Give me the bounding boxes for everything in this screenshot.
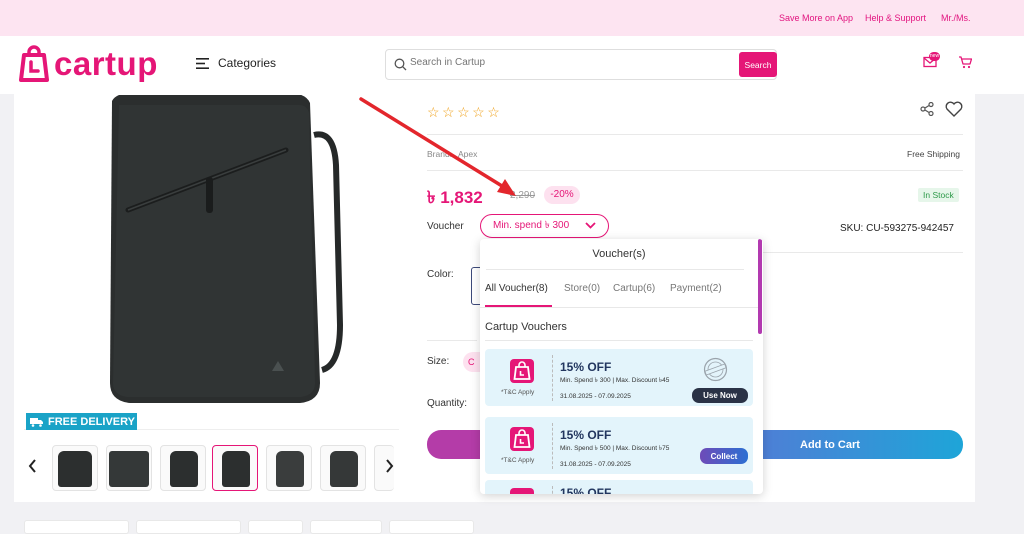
share-icon[interactable]	[920, 102, 934, 116]
bottom-tab[interactable]	[24, 520, 129, 534]
rating-stars[interactable]: ☆☆☆☆☆	[427, 104, 502, 121]
voucher-group-title: Cartup Vouchers	[485, 321, 567, 333]
truck-icon	[30, 417, 43, 427]
sku-text: SKU: CU-593275-942457	[840, 223, 954, 234]
thumbnail-6[interactable]	[320, 445, 366, 491]
header: cartup Categories Search new	[0, 36, 1024, 94]
cartup-bag-icon	[19, 45, 49, 82]
mail-badge: new	[929, 52, 940, 61]
divider	[760, 252, 963, 253]
voucher-card: 15% OFF	[485, 480, 753, 494]
voucher-discount: 15% OFF	[560, 486, 612, 494]
categories-menu[interactable]: Categories	[196, 56, 276, 70]
divider	[552, 423, 553, 469]
backpack-image	[24, 95, 399, 429]
stock-badge: In Stock	[918, 188, 959, 202]
voucher-label: Voucher	[427, 221, 464, 232]
divider	[486, 269, 744, 270]
search-icon	[394, 58, 407, 71]
voucher-popup: Voucher(s) All Voucher(8) Store(0) Cartu…	[480, 239, 763, 494]
brand-logo[interactable]: cartup	[18, 44, 158, 84]
collect-button[interactable]: Collect	[700, 448, 748, 464]
tab-all-vouchers[interactable]: All Voucher(8)	[485, 283, 548, 294]
thumbnail-1[interactable]	[52, 445, 98, 491]
collected-stamp-icon	[703, 357, 728, 382]
product-image[interactable]	[24, 95, 399, 430]
tc-apply-text: *T&C Apply	[501, 457, 535, 464]
search-button[interactable]: Search	[739, 52, 777, 77]
voucher-popup-title: Voucher(s)	[592, 248, 646, 260]
chevron-right-icon	[386, 459, 394, 473]
divider	[480, 307, 758, 308]
add-to-cart-button[interactable]: Add to Cart	[760, 430, 963, 459]
brand-value[interactable]: Apex	[458, 149, 477, 159]
save-more-on-app-link[interactable]: Save More on App	[779, 13, 853, 23]
use-now-button[interactable]: Use Now	[692, 388, 748, 403]
voucher-condition: Min. Spend ৳ 500 | Max. Discount ৳75	[560, 445, 670, 452]
voucher-card: *T&C Apply 15% OFF Min. Spend ৳ 300 | Ma…	[485, 349, 753, 406]
brand-label: Brand:	[427, 149, 453, 159]
bottom-tab[interactable]	[136, 520, 241, 534]
current-price: ৳ 1,832	[427, 188, 483, 207]
top-bar: Save More on App Help & Support Mr./Ms.	[0, 0, 1024, 36]
divider	[552, 486, 553, 494]
thumbnail-4[interactable]	[212, 445, 258, 491]
free-delivery-text: FREE DELIVERY	[48, 415, 135, 428]
thumbnail-5[interactable]	[266, 445, 312, 491]
size-option[interactable]: C	[463, 352, 481, 372]
discount-badge: -20%	[544, 186, 580, 204]
size-label: Size:	[427, 356, 450, 367]
bottom-tabs	[14, 518, 1024, 534]
voucher-discount: 15% OFF	[560, 428, 612, 442]
help-support-link[interactable]: Help & Support	[865, 13, 926, 23]
tab-cartup[interactable]: Cartup(6)	[613, 283, 655, 294]
color-label: Color:	[427, 269, 454, 280]
account-link[interactable]: Mr./Ms.	[941, 13, 971, 23]
tc-apply-text: *T&C Apply	[501, 389, 535, 396]
divider	[427, 340, 477, 341]
voucher-card: *T&C Apply 15% OFF Min. Spend ৳ 500 | Ma…	[485, 417, 753, 474]
voucher-condition: Min. Spend ৳ 300 | Max. Discount ৳45	[560, 377, 670, 384]
cartup-bag-icon	[510, 359, 534, 383]
categories-label: Categories	[218, 56, 277, 70]
original-price: 2,290	[510, 190, 536, 201]
thumbnail-strip	[24, 443, 399, 492]
divider	[427, 170, 963, 171]
tab-payment[interactable]: Payment(2)	[670, 283, 722, 294]
cart-icon[interactable]	[958, 56, 972, 69]
divider	[427, 134, 963, 135]
free-shipping-text: Free Shipping	[907, 149, 960, 159]
thumbnail-3[interactable]	[160, 445, 206, 491]
menu-icon	[196, 57, 209, 69]
bottom-tab[interactable]	[248, 520, 303, 534]
heart-icon[interactable]	[945, 101, 963, 117]
voucher-chip-text: Min. spend ৳ 300	[493, 219, 570, 231]
voucher-dates: 31.08.2025 - 07.09.2025	[560, 393, 631, 400]
bottom-tab[interactable]	[389, 520, 474, 534]
thumbs-prev-button[interactable]	[28, 459, 37, 478]
cartup-bag-icon	[510, 488, 534, 494]
chevron-left-icon	[28, 459, 36, 473]
voucher-dates: 31.08.2025 - 07.09.2025	[560, 461, 631, 468]
search-input[interactable]	[410, 57, 730, 68]
bottom-tab[interactable]	[310, 520, 382, 534]
tab-store[interactable]: Store(0)	[564, 283, 600, 294]
divider	[552, 355, 553, 401]
voucher-discount: 15% OFF	[560, 360, 612, 374]
divider	[485, 340, 753, 341]
buy-now-button[interactable]	[427, 430, 481, 459]
search-bar: Search	[385, 49, 777, 80]
cartup-bag-icon	[510, 427, 534, 451]
thumbnail-2[interactable]	[106, 445, 152, 491]
free-delivery-badge: FREE DELIVERY	[26, 413, 137, 430]
brand-name: cartup	[54, 45, 158, 82]
voucher-dropdown[interactable]: Min. spend ৳ 300	[480, 214, 609, 238]
quantity-label: Quantity:	[427, 398, 468, 409]
add-to-cart-label: Add to Cart	[800, 438, 860, 451]
thumbs-next-button[interactable]	[385, 459, 394, 478]
popup-scrollbar[interactable]	[758, 239, 762, 334]
chevron-down-icon	[585, 222, 596, 229]
